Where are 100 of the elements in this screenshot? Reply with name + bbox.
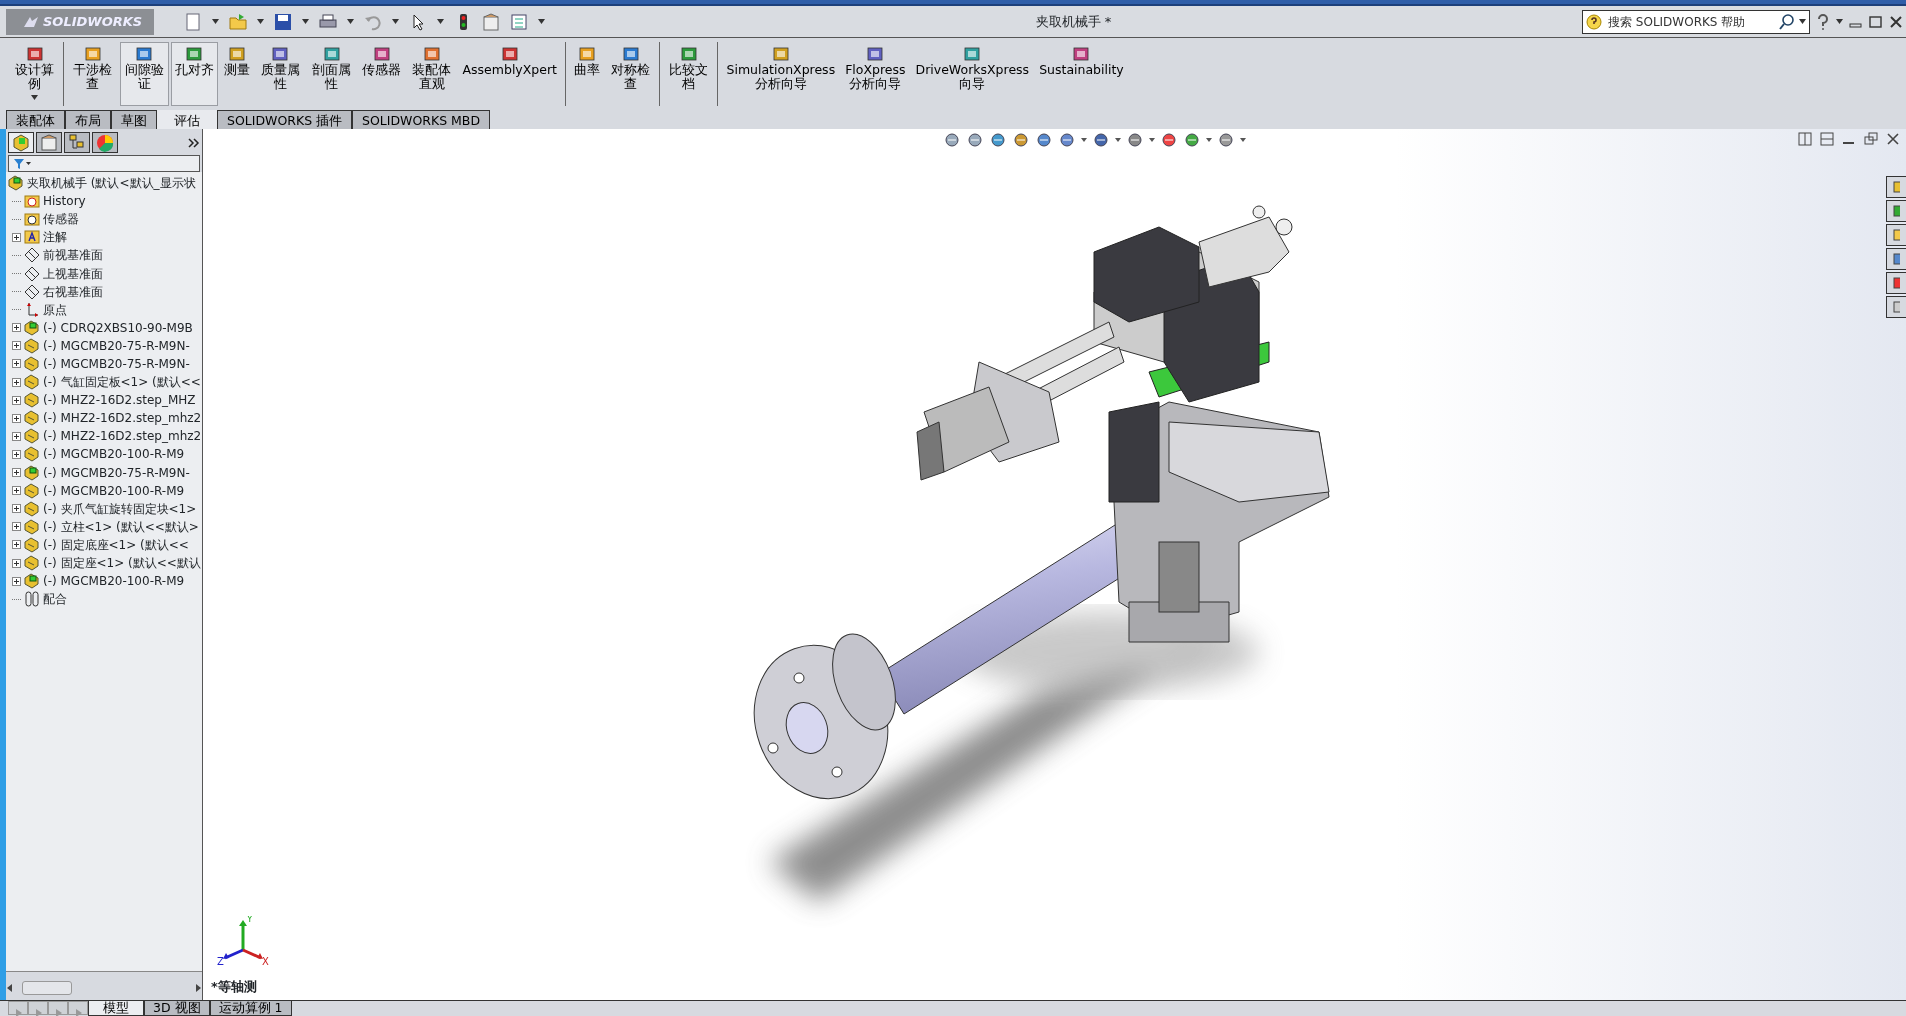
expand-toggle[interactable] <box>12 558 21 568</box>
caret-icon[interactable] <box>1115 138 1121 142</box>
tree-item[interactable]: (-) MHZ2-16D2.step_mhz2 <box>43 409 202 428</box>
tree-item[interactable]: (-) CDRQ2XBS10-90-M9B <box>43 318 193 337</box>
scroll-right-icon[interactable] <box>194 984 202 992</box>
tree-item[interactable]: (-) MGCMB20-75-R-M9N- <box>43 355 190 373</box>
panel-tab[interactable] <box>64 132 90 153</box>
caret-icon[interactable] <box>1836 19 1843 24</box>
expand-toggle[interactable] <box>12 449 21 459</box>
tool-button[interactable]: 测量 <box>219 42 254 106</box>
tree-item[interactable]: (-) 固定座<1> (默认<<默认 <box>43 554 201 572</box>
panel-tab[interactable] <box>8 132 34 153</box>
tree-item[interactable]: 传感器 <box>43 210 79 229</box>
tree-item[interactable]: (-) MHZ2-16D2.step_MHZ <box>43 391 196 410</box>
expand-toggle[interactable] <box>12 504 21 514</box>
close-icon[interactable] <box>1886 132 1900 146</box>
caret-icon[interactable] <box>257 19 264 24</box>
options-icon[interactable] <box>510 12 528 31</box>
scrollbar-thumb[interactable] <box>22 981 72 995</box>
split-view-icon[interactable] <box>1820 132 1834 146</box>
tree-item[interactable]: 原点 <box>43 300 67 319</box>
tab[interactable]: 装配体 <box>6 110 65 129</box>
split-view-icon[interactable] <box>1798 132 1812 146</box>
tool-button[interactable]: 对称检查 <box>606 42 656 106</box>
tool-button[interactable]: AssemblyXpert <box>458 42 561 106</box>
tool-button[interactable]: 质量属性 <box>255 42 305 106</box>
tab[interactable]: SOLIDWORKS 插件 <box>217 110 353 129</box>
tree-item[interactable]: 前视基准面 <box>43 246 103 265</box>
panel-tab[interactable] <box>92 132 118 153</box>
tool-button[interactable]: Sustainability <box>1035 42 1128 106</box>
tree-item[interactable]: (-) MGCMB20-100-R-M9 <box>43 481 185 500</box>
expand-toggle[interactable] <box>12 486 21 496</box>
tree-item[interactable]: 注解 <box>43 228 67 247</box>
tree-item[interactable]: (-) MHZ2-16D2.step_mhz2 <box>43 427 202 446</box>
new-document-icon[interactable] <box>184 12 202 31</box>
expand-toggle[interactable] <box>12 341 21 351</box>
caret-icon[interactable] <box>437 19 444 24</box>
tree-item[interactable]: 夹取机械手 (默认<默认_显示状 <box>27 174 196 193</box>
expand-chevron-icon[interactable] <box>188 137 200 148</box>
expand-toggle[interactable] <box>12 431 21 441</box>
tree-item[interactable]: 上视基准面 <box>43 264 103 283</box>
expand-toggle[interactable] <box>12 377 21 387</box>
tool-button[interactable]: 设计算例 <box>10 42 60 106</box>
tool-button[interactable]: 干涉检查 <box>68 42 118 106</box>
tree-item[interactable]: (-) MGCMB20-75-R-M9N- <box>43 336 190 355</box>
restore-icon[interactable] <box>1864 132 1878 146</box>
panel-tab[interactable] <box>36 132 62 153</box>
caret-icon[interactable] <box>1206 138 1212 142</box>
tree-item[interactable]: (-) 夹爪气缸旋转固定块<1> <box>43 499 197 518</box>
tree-item[interactable]: (-) 气缸固定板<1> (默认<< <box>43 373 201 392</box>
tab[interactable]: 评估 <box>157 110 217 129</box>
caret-icon[interactable] <box>1149 138 1155 142</box>
expand-toggle[interactable] <box>12 395 21 405</box>
tab[interactable]: SOLIDWORKS MBD <box>352 110 491 129</box>
close-icon[interactable] <box>1889 14 1903 29</box>
expand-toggle[interactable] <box>12 323 21 333</box>
help-icon[interactable] <box>1816 13 1830 30</box>
caret-icon[interactable] <box>347 19 354 24</box>
tree-item[interactable]: 右视基准面 <box>43 282 103 301</box>
search-field[interactable]: 搜索 SOLIDWORKS 帮助 <box>1582 9 1810 34</box>
scroll-left-icon[interactable] <box>6 984 14 992</box>
tool-button[interactable]: 剖面属性 <box>307 42 357 106</box>
properties-icon[interactable] <box>482 12 500 31</box>
expand-toggle[interactable] <box>12 576 21 586</box>
tree-item[interactable]: (-) MGCMB20-100-R-M9 <box>43 572 185 591</box>
tab[interactable]: 运动算例 1 <box>209 1001 292 1016</box>
tool-button[interactable]: FloXpress 分析向导 <box>841 42 910 106</box>
tree-item[interactable]: (-) MGCMB20-100-R-M9 <box>43 445 185 464</box>
expand-toggle[interactable] <box>12 468 21 478</box>
caret-icon[interactable] <box>1081 138 1087 142</box>
tab[interactable]: 3D 视图 <box>144 1001 210 1016</box>
tool-button[interactable]: 曲率 <box>570 42 604 106</box>
tree-item[interactable]: (-) 立柱<1> (默认<<默认> <box>43 517 199 536</box>
expand-toggle[interactable] <box>12 522 21 532</box>
expand-toggle[interactable] <box>12 359 21 369</box>
tree-item[interactable]: History <box>43 192 86 211</box>
tab[interactable]: 草图 <box>111 110 157 129</box>
caret-icon[interactable] <box>392 19 399 24</box>
caret-icon[interactable] <box>302 19 309 24</box>
tool-button[interactable]: 孔对齐 <box>170 42 218 106</box>
tool-button[interactable]: SimulationXpress 分析向导 <box>722 42 840 106</box>
tool-button[interactable]: 传感器 <box>358 42 406 106</box>
tool-button[interactable]: 间隙验证 <box>119 42 169 106</box>
tool-button[interactable]: 装配体直观 <box>407 42 457 106</box>
print-icon[interactable] <box>319 12 337 31</box>
expand-toggle[interactable] <box>12 413 21 423</box>
save-icon[interactable] <box>274 12 292 31</box>
tool-button[interactable]: DriveWorksXpress 向导 <box>911 42 1034 106</box>
caret-icon[interactable] <box>538 19 545 24</box>
expand-toggle[interactable] <box>12 232 21 242</box>
expand-toggle[interactable] <box>12 540 21 550</box>
tree-item[interactable]: (-) MGCMB20-75-R-M9N- <box>43 463 190 482</box>
filter-field[interactable] <box>8 155 200 172</box>
tree-item[interactable]: 配合 <box>43 590 67 609</box>
tree-item[interactable]: (-) 固定底座<1> (默认<< <box>43 535 189 554</box>
maximize-icon[interactable] <box>1869 14 1883 29</box>
caret-icon[interactable] <box>1240 138 1246 142</box>
tab[interactable]: 模型 <box>88 1001 144 1016</box>
tool-button[interactable]: 比较文档 <box>664 42 714 106</box>
caret-icon[interactable] <box>212 19 219 24</box>
